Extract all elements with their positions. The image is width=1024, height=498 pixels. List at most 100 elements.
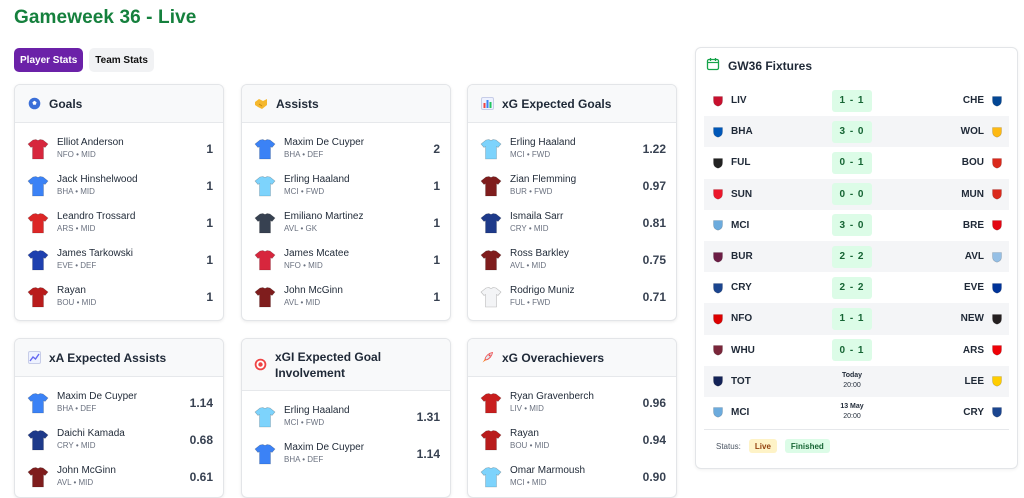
player-list: Erling Haaland MCI • FWD 1.31 Maxim De Cuyp… (242, 391, 450, 472)
tab-team-stats[interactable]: Team Stats (89, 48, 154, 72)
fixture-row[interactable]: MCI 3 - 0 BRE (704, 210, 1009, 241)
fixture-date: Today (841, 372, 863, 380)
fixture-row[interactable]: TOT Today 20:00 LEE (704, 365, 1009, 397)
fixture-row[interactable]: FUL 0 - 1 BOU (704, 147, 1009, 178)
fixture-row[interactable]: WHU 0 - 1 ARS (704, 335, 1009, 366)
divider (704, 429, 1009, 430)
player-row[interactable]: Zian Flemming BUR • FWD 0.97 (468, 167, 676, 204)
home-team: NFO (712, 313, 832, 325)
player-position: DEF (80, 260, 97, 270)
player-meta: EVE • DEF (57, 260, 97, 270)
fixture-row[interactable]: SUN 0 - 0 MUN (704, 178, 1009, 210)
home-team: LIV (712, 95, 832, 107)
card-title: xA Expected Assists (49, 350, 167, 365)
player-team: FUL (510, 297, 525, 307)
player-team: CRY (57, 440, 74, 450)
player-name: Ryan Gravenberch (510, 390, 594, 402)
player-name: James Tarkowski (57, 247, 133, 259)
player-meta: BHA • MID (57, 186, 95, 196)
fixture-row[interactable]: CRY 2 - 2 EVE (704, 272, 1009, 303)
player-row[interactable]: Maxim De Cuyper BHA • DEF 1.14 (242, 435, 450, 472)
player-position: MID (305, 297, 321, 307)
home-team: BHA (712, 126, 832, 138)
away-team: AVL (872, 251, 1003, 263)
fixture-row[interactable]: BUR 2 - 2 AVL (704, 240, 1009, 273)
player-row[interactable]: Maxim De Cuyper BHA • DEF 1.14 (15, 384, 223, 421)
player-row[interactable]: Omar Marmoush MCI • MID 0.90 (468, 458, 676, 495)
player-name: Erling Haaland (284, 404, 350, 416)
player-meta: NFO • MID (284, 260, 323, 270)
player-meta: BHA • DEF (284, 149, 324, 159)
player-stat-value: 0.68 (189, 432, 213, 447)
home-team-code: LIV (731, 95, 747, 107)
player-row[interactable]: Emiliano Martinez AVL • GK 1 (242, 204, 450, 241)
player-row[interactable]: Elliot Anderson NFO • MID 1 (15, 130, 223, 167)
player-team: MCI (284, 186, 299, 196)
player-name: Rodrigo Muniz (510, 284, 575, 296)
target-icon (254, 358, 267, 372)
player-row[interactable]: Rayan BOU • MID 1 (15, 278, 223, 315)
player-shirt-icon (480, 466, 502, 488)
player-team: CRY (510, 223, 527, 233)
player-row[interactable]: Erling Haaland MCI • FWD 1 (242, 167, 450, 204)
player-stat-value: 0.81 (642, 215, 666, 230)
player-row[interactable]: James Tarkowski EVE • DEF 1 (15, 241, 223, 278)
player-meta: MCI • MID (510, 477, 547, 487)
player-row[interactable]: Rayan BOU • MID 0.94 (468, 421, 676, 458)
player-row[interactable]: James Mcatee NFO • MID 1 (242, 241, 450, 278)
player-shirt-icon (27, 138, 49, 160)
player-name: Maxim De Cuyper (284, 136, 365, 148)
player-shirt-icon (480, 249, 502, 271)
player-stat-value: 1.14 (189, 395, 213, 410)
player-meta: CRY • MID (57, 440, 96, 450)
player-position: MID (81, 297, 97, 307)
player-meta: MCI • FWD (510, 149, 551, 159)
fixture-row[interactable]: MCI 13 May 20:00 CRY (704, 397, 1009, 428)
home-team-code: MCI (731, 219, 750, 231)
player-stat-value: 1 (206, 215, 213, 230)
player-row[interactable]: Rodrigo Muniz FUL • FWD 0.71 (468, 278, 676, 315)
player-name: Daichi Kamada (57, 427, 125, 439)
player-row[interactable]: Ross Barkley AVL • MID 0.75 (468, 241, 676, 278)
player-row[interactable]: Ryan Gravenberch LIV • MID 0.96 (468, 384, 676, 421)
tab-player-stats[interactable]: Player Stats (14, 48, 84, 72)
fixture-kickoff: Today 20:00 (832, 371, 872, 391)
player-shirt-icon (480, 138, 502, 160)
player-row[interactable]: Jack Hinshelwood BHA • MID 1 (15, 167, 223, 204)
player-position: FWD (534, 186, 553, 196)
away-team-code: WOL (960, 126, 984, 138)
fixture-date: 13 May (840, 403, 864, 411)
fixture-row[interactable]: BHA 3 - 0 WOL (704, 116, 1009, 148)
away-team-code: BOU (961, 157, 984, 169)
player-row[interactable]: John McGinn AVL • MID 1 (242, 278, 450, 315)
card-title: xG Overachievers (502, 350, 605, 365)
player-shirt-icon (27, 466, 49, 488)
fixture-score: 2 - 2 (832, 245, 872, 268)
player-row[interactable]: Maxim De Cuyper BHA • DEF 2 (242, 130, 450, 167)
player-position: MID (533, 223, 549, 233)
player-row[interactable]: Daichi Kamada CRY • MID 0.68 (15, 421, 223, 458)
player-meta: NFO • MID (57, 149, 96, 159)
player-row[interactable]: Erling Haaland MCI • FWD 1.22 (468, 130, 676, 167)
player-row[interactable]: John McGinn AVL • MID 0.61 (15, 458, 223, 495)
team-crest-icon (991, 313, 1003, 325)
player-row[interactable]: Leandro Trossard ARS • MID 1 (15, 204, 223, 241)
player-team: AVL (510, 260, 525, 270)
home-team-code: BUR (731, 251, 753, 263)
player-meta: BUR • FWD (510, 186, 553, 196)
player-position: MID (531, 260, 547, 270)
away-team-code: CRY (963, 406, 984, 418)
away-team: BOU (872, 157, 1003, 169)
player-meta: MCI • FWD (284, 417, 325, 427)
player-shirt-icon (254, 249, 276, 271)
fixture-row[interactable]: NFO 1 - 1 NEW (704, 303, 1009, 335)
team-crest-icon (991, 344, 1003, 356)
fixture-row[interactable]: LIV 1 - 1 CHE (704, 85, 1009, 116)
player-name: James Mcatee (284, 247, 350, 259)
player-row[interactable]: Erling Haaland MCI • FWD 1.31 (242, 398, 450, 435)
player-row[interactable]: Ismaila Sarr CRY • MID 0.81 (468, 204, 676, 241)
stat-card-xg-overachievers: xG Overachievers Ryan Gravenberch LIV • MI… (467, 338, 677, 498)
away-team-code: ARS (962, 344, 984, 356)
calendar-icon (706, 57, 720, 76)
away-team: LEE (872, 375, 1003, 387)
